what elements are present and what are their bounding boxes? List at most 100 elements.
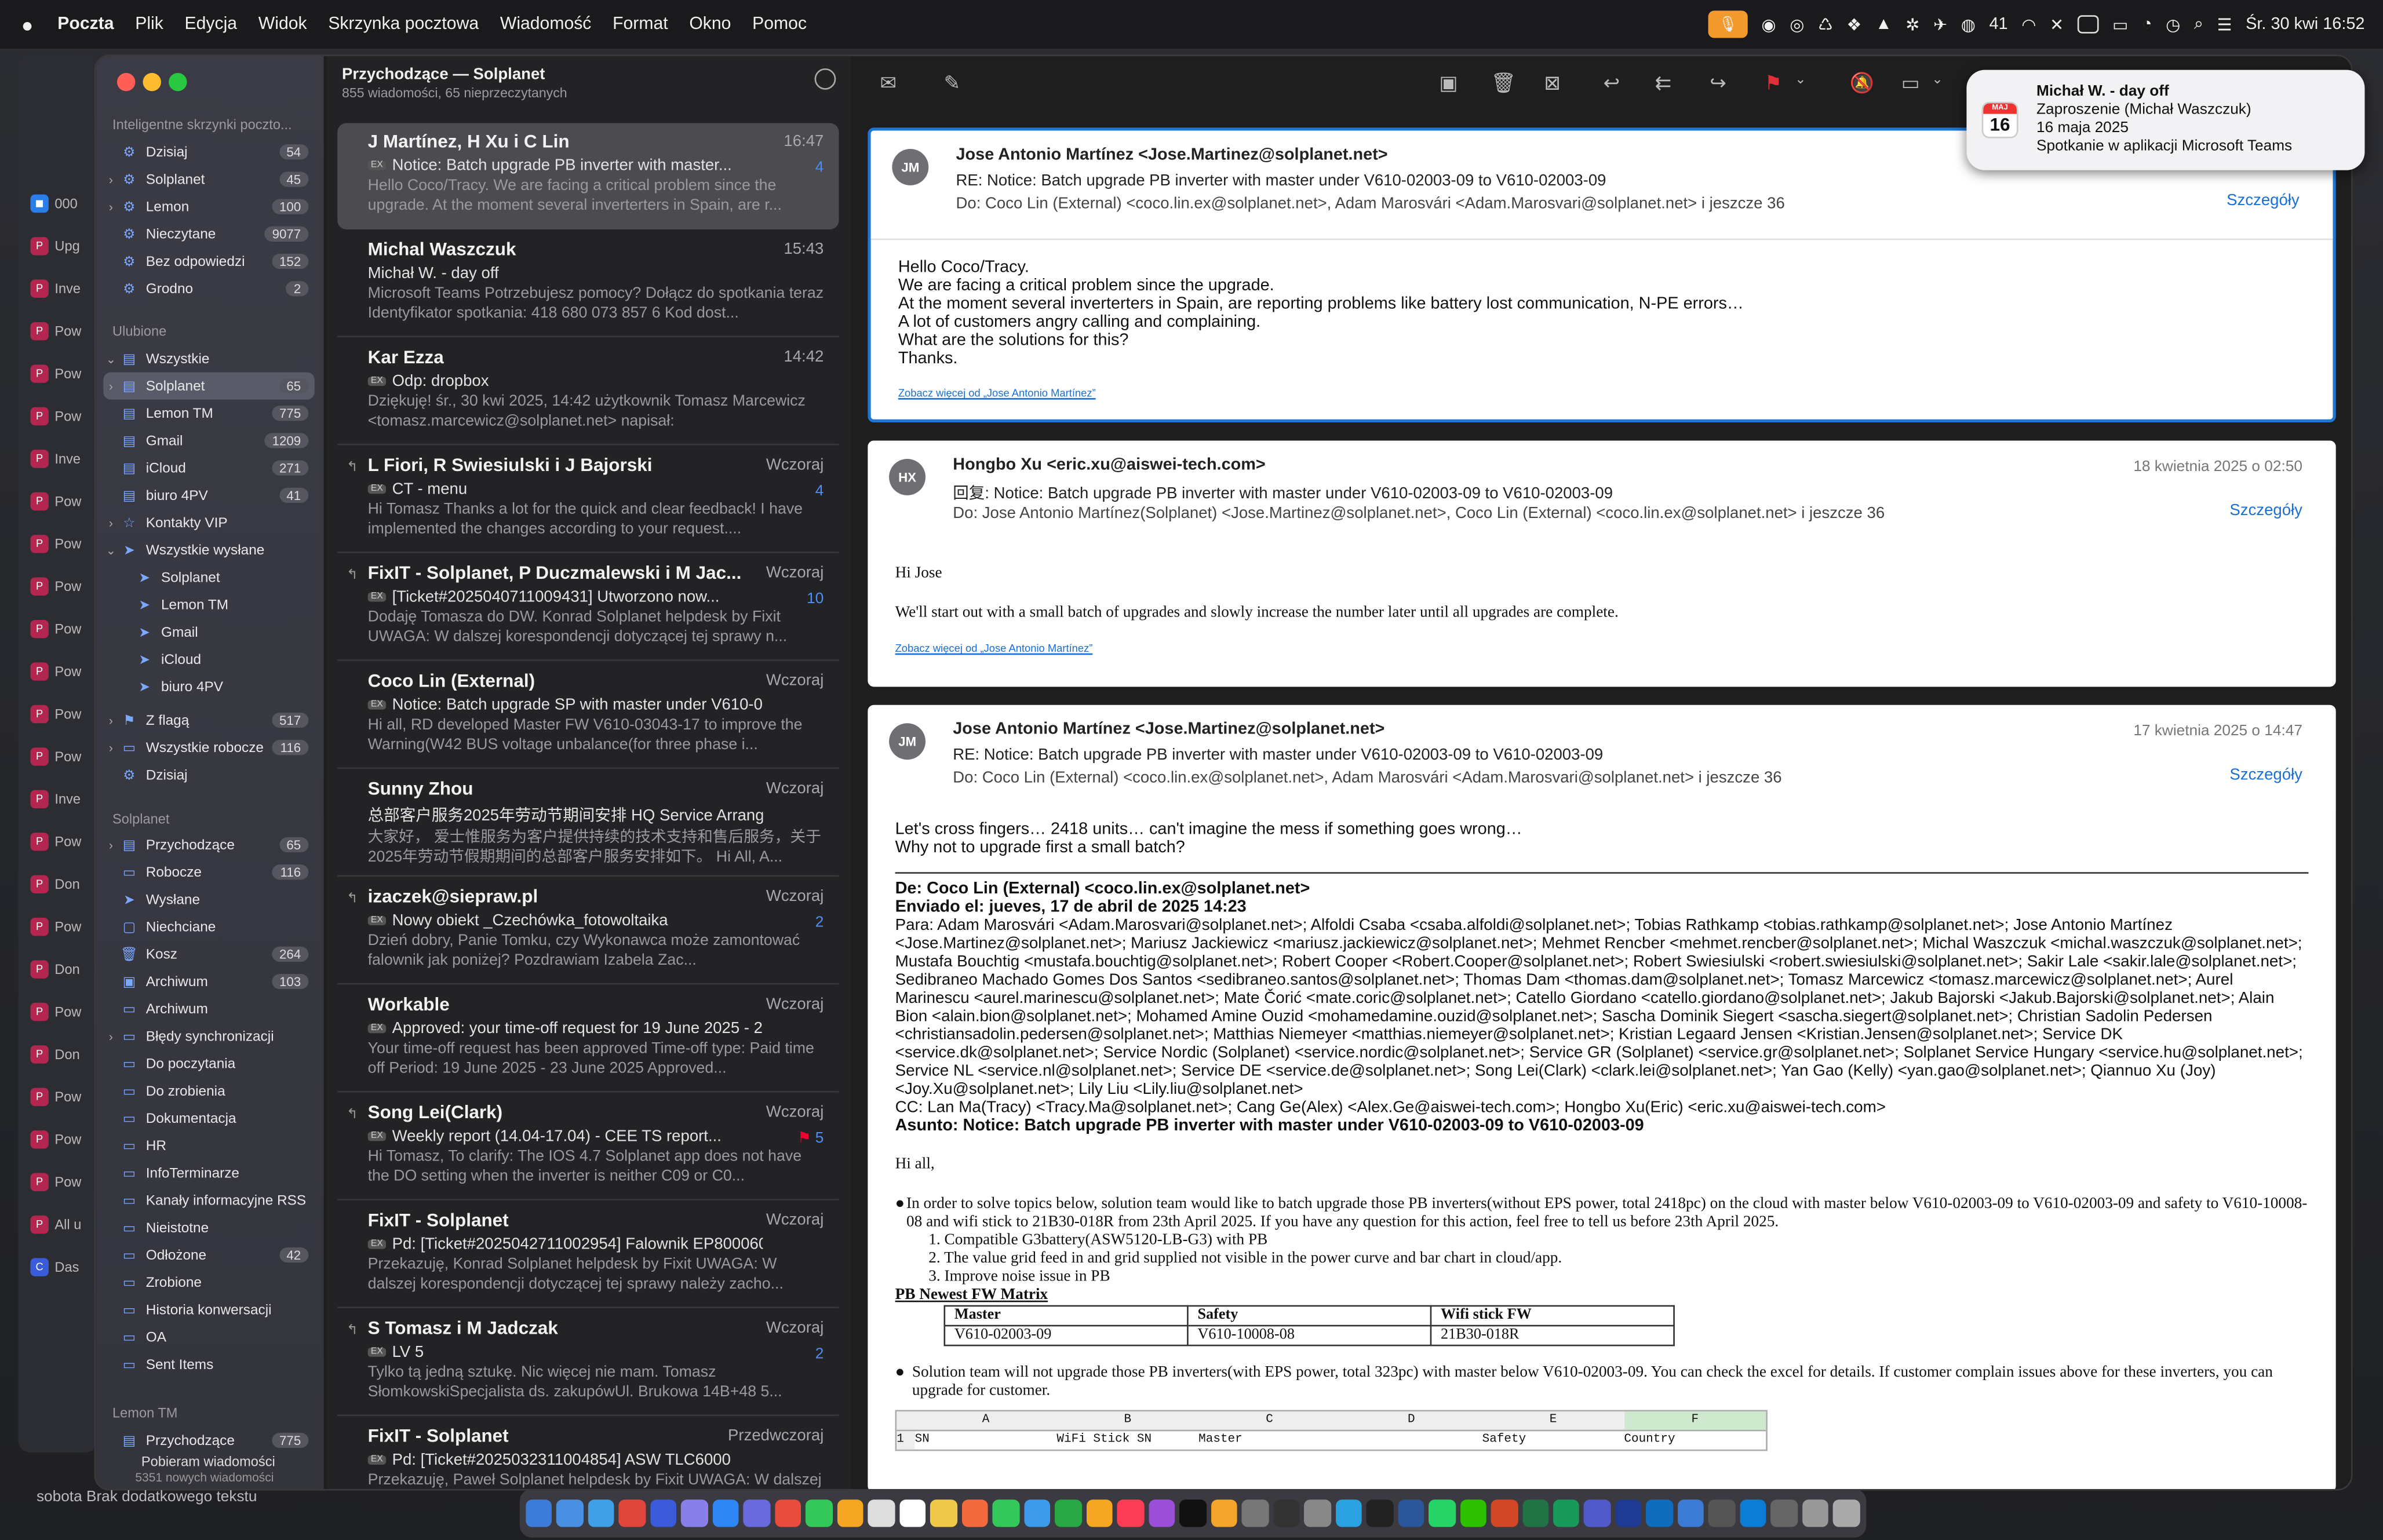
- outlook-icon[interactable]: [1646, 1499, 1674, 1527]
- sidebar-item-docs[interactable]: ▭ Dokumentacja: [103, 1104, 315, 1132]
- sidebar-item-sent-biuro[interactable]: ➤ biuro 4PV: [103, 673, 315, 700]
- sidebar-item-all[interactable]: ⌄ ▤ Wszystkie: [103, 345, 315, 372]
- app-icon[interactable]: [1771, 1499, 1798, 1527]
- whatsapp-icon[interactable]: [1429, 1499, 1456, 1527]
- sidebar-item-done[interactable]: ▭ Zrobione: [103, 1269, 315, 1296]
- word-icon[interactable]: [1397, 1499, 1424, 1527]
- list-item[interactable]: FixIT - Solplanet Przedwczoraj EX Pd: [Tic…: [337, 1418, 839, 1489]
- sidebar-item-all-sent[interactable]: ⌄ ➤ Wszystkie wysłane: [103, 537, 315, 564]
- tools-icon[interactable]: ✕: [2050, 14, 2064, 34]
- sidebar-item-icloud[interactable]: ▤ iCloud 271: [103, 454, 315, 481]
- sidebar-item-inbox[interactable]: › ▤ Przychodzące 65: [103, 831, 315, 858]
- calendar-icon[interactable]: [899, 1499, 926, 1527]
- list-item[interactable]: Sunny Zhou Wczoraj 总部客户服务2025年劳动节期间安排 HQ …: [337, 771, 839, 877]
- sender[interactable]: Hongbo Xu <eric.xu@aiswei-tech.com>: [953, 456, 1266, 474]
- battery-icon[interactable]: ▭: [2112, 14, 2128, 34]
- tv-icon[interactable]: [1179, 1499, 1207, 1527]
- numbers-icon[interactable]: [1055, 1499, 1082, 1527]
- list-item[interactable]: Kar Ezza 14:42 EX Odp: dropbox Dziękuję! ś…: [337, 339, 839, 446]
- wifi-icon[interactable]: ◔: [2142, 15, 2152, 33]
- recipients[interactable]: Do: Coco Lin (External) <coco.lin.ex@sol…: [956, 195, 1784, 213]
- sidebar-item-archive[interactable]: ▣ Archiwum 103: [103, 968, 315, 995]
- forward-icon[interactable]: ↪: [1710, 71, 1726, 96]
- chevron-right-icon[interactable]: ›: [103, 1030, 118, 1043]
- menu-app-name[interactable]: Poczta: [57, 15, 114, 33]
- chevron-right-icon[interactable]: ›: [103, 173, 118, 187]
- filter-icon[interactable]: [814, 68, 836, 90]
- app-icon[interactable]: [1304, 1499, 1331, 1527]
- archive-icon[interactable]: ▣: [1439, 71, 1458, 96]
- dropbox-icon[interactable]: ❖: [1847, 14, 1862, 34]
- app-icon[interactable]: [1677, 1499, 1704, 1527]
- notification-banner[interactable]: MAJ 16 Michał W. - day off Zaproszenie (M…: [1966, 70, 2365, 170]
- menu-help[interactable]: Pomoc: [752, 15, 807, 33]
- sidebar-item-hr[interactable]: ▭ HR: [103, 1132, 315, 1159]
- control-center-icon[interactable]: ☰: [2217, 14, 2232, 34]
- finder-icon[interactable]: [526, 1499, 553, 1527]
- menu-message[interactable]: Wiadomość: [500, 15, 592, 33]
- terminal-icon[interactable]: [1273, 1499, 1300, 1527]
- sidebar-item-archive-folder[interactable]: ▭ Archiwum: [103, 995, 315, 1023]
- chevron-down-icon[interactable]: ⌄: [1932, 71, 1943, 88]
- move-folder-icon[interactable]: ▭: [1901, 71, 1920, 96]
- settings-icon[interactable]: [1241, 1499, 1269, 1527]
- time-machine-icon[interactable]: ◷: [2166, 14, 2180, 34]
- thread-count[interactable]: 4: [815, 483, 824, 500]
- clock[interactable]: Śr. 30 kwi 16:52: [2246, 15, 2364, 33]
- powerpoint-icon[interactable]: [1491, 1499, 1518, 1527]
- mute-icon[interactable]: 🔕: [1849, 71, 1874, 96]
- junk-icon[interactable]: ⊠: [1544, 71, 1561, 96]
- sidebar-item-gmail[interactable]: ▤ Gmail 1209: [103, 427, 315, 454]
- sidebar-item-junk[interactable]: ▢ Niechciane: [103, 913, 315, 940]
- app-icon[interactable]: [1023, 1499, 1051, 1527]
- apple-icon[interactable]: ●: [21, 13, 34, 35]
- contacts-icon[interactable]: [868, 1499, 895, 1527]
- close-button[interactable]: [116, 72, 136, 92]
- sidebar-item-sent-items[interactable]: ▭ Sent Items: [103, 1351, 315, 1378]
- app-icon[interactable]: [775, 1499, 801, 1527]
- display-icon[interactable]: [2077, 15, 2099, 34]
- menu-file[interactable]: Plik: [135, 15, 163, 33]
- thread-count[interactable]: 10: [807, 591, 824, 608]
- sidebar-item-today[interactable]: ⚙ Dzisiaj 54: [103, 138, 315, 166]
- sender[interactable]: Jose Antonio Martínez <Jose.Martinez@sol…: [956, 146, 1387, 164]
- search-icon[interactable]: ⌕: [2194, 14, 2203, 34]
- sidebar-item-to-do[interactable]: ▭ Do zrobienia: [103, 1077, 315, 1104]
- pages-icon[interactable]: [1086, 1499, 1113, 1527]
- microphone-icon[interactable]: 🎙: [1708, 10, 1748, 38]
- sidebar-item-unimportant[interactable]: ▭ Nieistotne: [103, 1214, 315, 1241]
- podcasts-icon[interactable]: [1148, 1499, 1175, 1527]
- chevron-down-icon[interactable]: ⌄: [103, 352, 118, 366]
- messages-icon[interactable]: [993, 1499, 1019, 1527]
- list-item[interactable]: J Martínez, H Xu i C Lin 16:47 EX Notice: …: [337, 123, 839, 229]
- sidebar-item-to-read[interactable]: ▭ Do poczytania: [103, 1050, 315, 1077]
- music-icon[interactable]: [1117, 1499, 1144, 1527]
- photos-icon[interactable]: [837, 1499, 864, 1527]
- status-icon[interactable]: ◎: [1790, 14, 1804, 34]
- sidebar-item-rss[interactable]: ▭ Kanały informacyjne RSS: [103, 1187, 315, 1214]
- sidebar-item-biuro[interactable]: ▤ biuro 4PV 41: [103, 481, 315, 509]
- sidebar-item-vip[interactable]: › ☆ Kontakty VIP: [103, 509, 315, 537]
- app-icon[interactable]: [650, 1499, 677, 1527]
- launchpad-icon[interactable]: [681, 1499, 708, 1527]
- details-button[interactable]: Szczegóły: [2229, 766, 2302, 784]
- menu-edit[interactable]: Edycja: [185, 15, 238, 33]
- app-store-icon[interactable]: [712, 1499, 739, 1527]
- status-icon[interactable]: ◉: [1761, 14, 1776, 34]
- see-more-link[interactable]: Zobacz więcej od „Jose Antonio Martínez”: [895, 641, 2309, 659]
- menu-view[interactable]: Widok: [258, 15, 307, 33]
- sidebar-item-drafts[interactable]: ▭ Robocze 116: [103, 859, 315, 886]
- compose-icon[interactable]: ✎: [944, 71, 961, 96]
- message-card[interactable]: HX Hongbo Xu <eric.xu@aiswei-tech.com> 1…: [868, 440, 2336, 687]
- message-card[interactable]: JM Jose Antonio Martínez <Jose.Martinez@…: [868, 127, 2336, 423]
- chevron-down-icon[interactable]: ⌄: [103, 543, 118, 557]
- menu-mailbox[interactable]: Skrzynka pocztowa: [328, 15, 479, 33]
- sender[interactable]: Jose Antonio Martínez <Jose.Martinez@sol…: [953, 720, 1384, 738]
- thread-count[interactable]: 2: [815, 915, 824, 932]
- chevron-right-icon[interactable]: ›: [103, 516, 118, 530]
- facetime-icon[interactable]: [806, 1499, 833, 1527]
- list-item[interactable]: Coco Lin (External) Wczoraj EX Notice: Bat…: [337, 662, 839, 769]
- notification-icon[interactable]: ▲: [1875, 15, 1892, 33]
- chevron-right-icon[interactable]: ›: [103, 713, 118, 727]
- details-button[interactable]: Szczegóły: [2229, 501, 2302, 519]
